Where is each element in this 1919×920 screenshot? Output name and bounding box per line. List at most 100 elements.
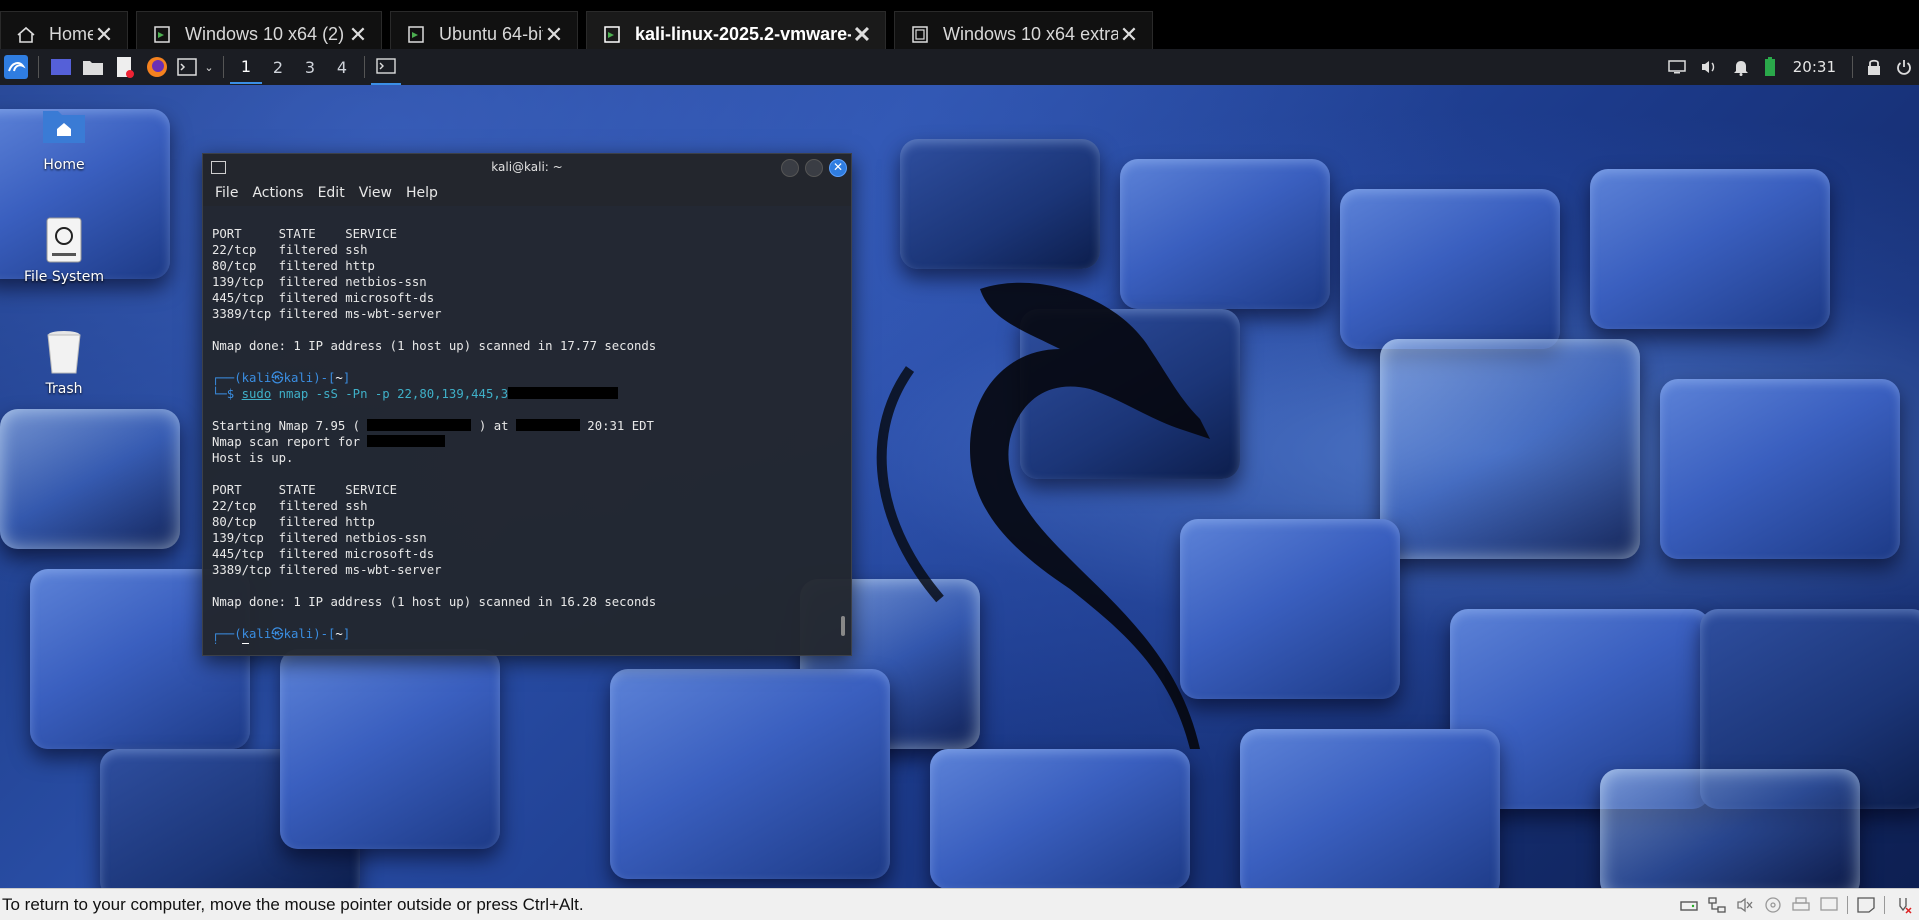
text-editor-icon[interactable] — [109, 49, 141, 85]
usb-disconnect-icon[interactable] — [1893, 896, 1913, 914]
vm-icon — [909, 24, 931, 46]
menu-edit[interactable]: Edit — [318, 185, 345, 201]
vmware-status-bar: To return to your computer, move the mou… — [0, 888, 1919, 920]
output-line: 3389/tcp filtered ms-wbt-server — [212, 307, 442, 321]
prompt-user: kali — [241, 627, 272, 641]
close-icon[interactable]: ✕ — [93, 22, 115, 47]
menu-view[interactable]: View — [359, 185, 392, 201]
prompt-host: kali — [283, 627, 314, 641]
kali-menu-icon[interactable] — [0, 49, 32, 85]
notification-bell-icon[interactable] — [1725, 49, 1757, 85]
terminal-output[interactable]: PORT STATE SERVICE 22/tcp filtered ssh 80/… — [203, 206, 851, 644]
desktop-icon-label: Trash — [45, 381, 83, 397]
wallpaper-cube — [0, 409, 180, 549]
minimize-button[interactable] — [781, 159, 799, 177]
terminal-titlebar[interactable]: kali@kali: ~ ✕ — [203, 154, 851, 180]
home-icon — [15, 24, 37, 46]
terminal-icon[interactable] — [173, 49, 201, 85]
output-line: 139/tcp filtered netbios-ssn — [212, 531, 427, 545]
prompt-line: ┌──(kali㉿kali)-[~] — [212, 371, 351, 385]
close-icon[interactable]: ✕ — [1118, 22, 1140, 47]
output-text: Starting Nmap 7.95 ( — [212, 419, 368, 433]
workspace-4[interactable]: 4 — [326, 51, 358, 83]
output-line: PORT STATE SERVICE — [212, 227, 398, 241]
menu-help[interactable]: Help — [406, 185, 438, 201]
command-line[interactable]: └─$ — [212, 642, 842, 644]
close-icon[interactable]: ✕ — [347, 22, 369, 47]
maximize-button[interactable] — [805, 159, 823, 177]
kali-top-panel: ⌄ 1 2 3 4 20:31 — [0, 49, 1919, 85]
tab-label: Ubuntu 64-bit — [439, 24, 543, 44]
display-device-icon[interactable] — [1819, 896, 1839, 914]
workspace-1[interactable]: 1 — [230, 50, 262, 84]
printer-icon[interactable] — [1791, 896, 1811, 914]
power-icon[interactable] — [1889, 49, 1919, 85]
panel-separator — [364, 56, 365, 78]
panel-tray: 20:31 — [1661, 49, 1919, 85]
status-separator — [1847, 895, 1848, 914]
menu-file[interactable]: File — [215, 185, 238, 201]
desktop-icon-home[interactable]: Home — [9, 105, 119, 173]
status-separator — [1884, 895, 1885, 914]
desktop-icon-file-system[interactable]: File System — [9, 217, 119, 285]
desktop-icon-label: Home — [43, 157, 85, 173]
menu-actions[interactable]: Actions — [252, 185, 303, 201]
kali-desktop: ⌄ 1 2 3 4 20:31 Home File System Trash k… — [0, 49, 1919, 888]
chevron-down-icon[interactable]: ⌄ — [201, 49, 217, 85]
show-desktop-icon[interactable] — [45, 49, 77, 85]
terminal-scrollbar[interactable] — [841, 616, 845, 636]
cd-drive-icon[interactable] — [1763, 896, 1783, 914]
output-line: 139/tcp filtered netbios-ssn — [212, 275, 427, 289]
terminal-window[interactable]: kali@kali: ~ ✕ File Actions Edit View He… — [202, 153, 852, 656]
workspace-2[interactable]: 2 — [262, 51, 294, 83]
workspace-3[interactable]: 3 — [294, 51, 326, 83]
prompt-line: ┌──(kali㉿kali)-[~] — [212, 627, 351, 641]
device-icons — [1671, 889, 1913, 920]
close-icon[interactable]: ✕ — [851, 22, 873, 47]
tab-label: Home — [49, 24, 93, 44]
redaction-box — [515, 419, 580, 431]
prompt-dir: ~ — [335, 627, 343, 641]
output-line: Nmap done: 1 IP address (1 host up) scan… — [212, 339, 657, 353]
wallpaper-cube — [1380, 339, 1640, 559]
network-icon[interactable] — [1707, 896, 1727, 914]
taskbar-terminal-button[interactable] — [371, 49, 401, 85]
firefox-icon[interactable] — [141, 49, 173, 85]
wallpaper-cube — [280, 649, 500, 849]
message-icon[interactable] — [1856, 896, 1876, 914]
terminal-title: kali@kali: ~ — [491, 160, 563, 174]
command-text: nmap -sS -Pn -p 22,80,139,445,3 — [271, 387, 509, 401]
output-line: PORT STATE SERVICE — [212, 483, 398, 497]
prompt-user: kali — [241, 371, 272, 385]
tab-label: Windows 10 x64 (2) — [185, 24, 345, 44]
output-line: 22/tcp filtered ssh — [212, 499, 368, 513]
close-button[interactable]: ✕ — [829, 159, 847, 177]
lock-icon[interactable] — [1859, 49, 1889, 85]
vm-icon — [405, 24, 427, 46]
display-icon[interactable] — [1661, 49, 1693, 85]
close-icon[interactable]: ✕ — [543, 22, 565, 47]
output-line: Nmap done: 1 IP address (1 host up) scan… — [212, 595, 657, 609]
desktop-icon-trash[interactable]: Trash — [9, 329, 119, 397]
sound-icon[interactable] — [1735, 896, 1755, 914]
output-line: 22/tcp filtered ssh — [212, 243, 368, 257]
file-manager-icon[interactable] — [77, 49, 109, 85]
output-line: 3389/tcp filtered ms-wbt-server — [212, 563, 442, 577]
wallpaper-cube — [1340, 189, 1560, 349]
hard-drive-icon — [41, 217, 87, 263]
battery-icon[interactable] — [1757, 49, 1783, 85]
panel-clock[interactable]: 20:31 — [1793, 58, 1836, 76]
volume-icon[interactable] — [1693, 49, 1725, 85]
hard-disk-icon[interactable] — [1679, 896, 1699, 914]
output-line: 445/tcp filtered microsoft-ds — [212, 291, 435, 305]
vmware-tab-bar: Home ✕ Windows 10 x64 (2) ✕ Ubuntu 64-bi… — [0, 0, 1919, 57]
kali-dragon-logo — [876, 282, 1210, 749]
panel-separator — [38, 56, 39, 78]
panel-separator — [1852, 56, 1853, 78]
